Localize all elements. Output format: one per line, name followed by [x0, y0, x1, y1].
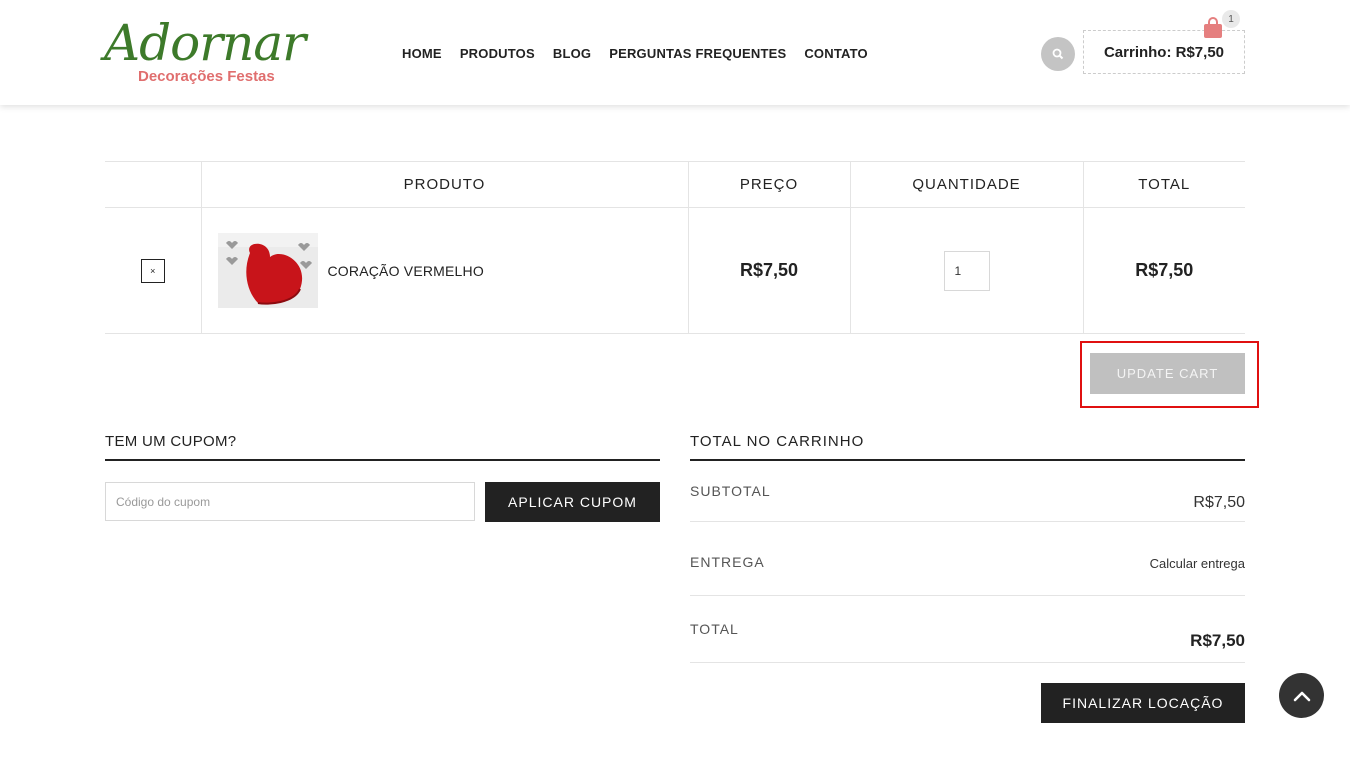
cart-totals-divider	[690, 459, 1245, 461]
header-price: PREÇO	[687, 161, 850, 208]
site-logo[interactable]: Adornar Decorações Festas	[104, 14, 314, 90]
scroll-to-top-button[interactable]	[1279, 673, 1324, 718]
shopping-bag-icon[interactable]	[1203, 17, 1223, 39]
heart-image	[217, 233, 318, 308]
table-row: × CORAÇÃO VERMELHO R$7,50 1 R$7,50	[105, 207, 1245, 334]
nav-item-contato[interactable]: CONTATO	[804, 46, 868, 61]
header-cart-label: Carrinho: R$7,50	[1103, 43, 1225, 61]
logo-subtitle: Decorações Festas	[138, 68, 275, 85]
totals-separator	[690, 595, 1245, 596]
remove-cell: ×	[105, 207, 201, 334]
nav-item-blog[interactable]: BLOG	[553, 46, 591, 61]
total-label: TOTAL	[690, 621, 739, 637]
header-total: TOTAL	[1082, 161, 1245, 208]
subtotal-label: SUBTOTAL	[690, 483, 771, 499]
main-nav: HOME PRODUTOS BLOG PERGUNTAS FREQUENTES …	[402, 46, 868, 61]
checkout-button[interactable]: FINALIZAR LOCAÇÃO	[1041, 683, 1245, 723]
subtotal-value: R$7,50	[1193, 494, 1245, 511]
total-cell: R$7,50	[1082, 207, 1245, 334]
cart-totals-title: TOTAL NO CARRINHO	[690, 433, 865, 450]
remove-item-button[interactable]: ×	[140, 258, 165, 283]
coupon-divider	[105, 459, 660, 461]
coupon-code-input[interactable]	[105, 482, 475, 521]
nav-item-home[interactable]: HOME	[402, 46, 442, 61]
update-cart-button[interactable]: UPDATE CART	[1090, 353, 1245, 394]
product-line-total: R$7,50	[1135, 260, 1194, 280]
apply-coupon-button[interactable]: APLICAR CUPOM	[485, 482, 660, 522]
quantity-stepper[interactable]	[943, 250, 990, 291]
table-header-row: PRODUTO PREÇO QUANTIDADE TOTAL	[105, 161, 1245, 208]
calculate-shipping-link[interactable]: Calcular entrega	[1150, 556, 1245, 571]
search-button[interactable]	[1041, 37, 1075, 71]
header-remove	[105, 161, 201, 208]
product-price: R$7,50	[739, 260, 799, 280]
cart-table: PRODUTO PREÇO QUANTIDADE TOTAL × CORAÇÃO…	[105, 161, 1245, 334]
totals-separator	[690, 521, 1245, 522]
nav-item-perguntas-frequentes[interactable]: PERGUNTAS FREQUENTES	[609, 46, 786, 61]
nav-item-produtos[interactable]: PRODUTOS	[460, 46, 535, 61]
product-thumbnail[interactable]	[217, 233, 318, 308]
shipping-label: ENTREGA	[690, 554, 765, 570]
quantity-cell	[849, 207, 1083, 334]
search-icon	[1052, 48, 1064, 60]
chevron-up-icon	[1293, 691, 1310, 701]
totals-separator	[690, 662, 1245, 663]
site-header: Adornar Decorações Festas HOME PRODUTOS …	[0, 0, 1350, 105]
coupon-title: TEM UM CUPOM?	[105, 433, 237, 450]
header-product: PRODUTO	[200, 161, 688, 208]
product-cell: CORAÇÃO VERMELHO	[200, 207, 688, 334]
product-name-link[interactable]: CORAÇÃO VERMELHO	[328, 263, 484, 279]
order-total-value: R$7,50	[1190, 631, 1245, 650]
price-cell: R$7,50	[687, 207, 850, 334]
header-quantity: QUANTIDADE	[849, 161, 1083, 208]
logo-script-text: Adornar	[104, 14, 306, 72]
cart-count-badge: 1	[1222, 10, 1240, 28]
